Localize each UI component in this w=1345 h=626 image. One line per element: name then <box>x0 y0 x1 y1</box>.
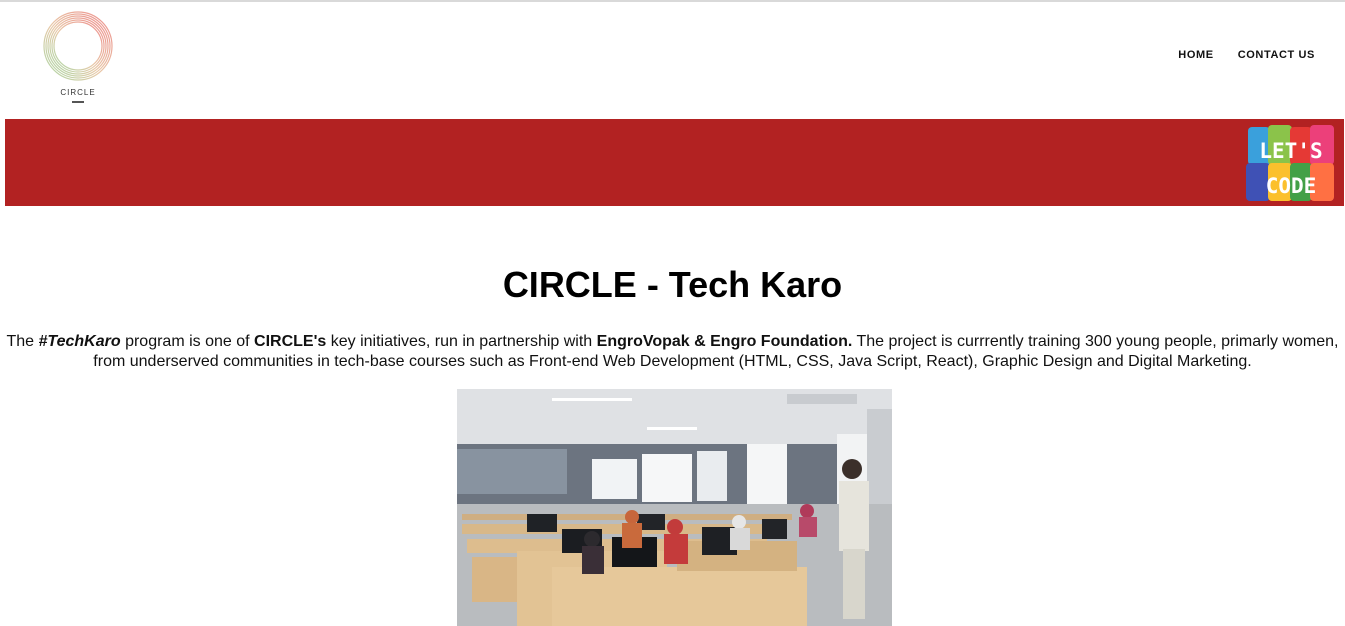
page-title: CIRCLE - Tech Karo <box>502 264 843 305</box>
techkaro-hashtag: #TechKaro <box>38 333 121 350</box>
circle-name: CIRCLE's <box>254 333 327 350</box>
logo-underline <box>72 101 84 103</box>
site-header: CIRCLE HOME CONTACT US <box>0 2 1345 119</box>
logo-text: CIRCLE <box>60 88 96 97</box>
circle-logo-icon <box>43 11 113 81</box>
classroom-photo <box>457 389 892 626</box>
nav-home-link[interactable]: HOME <box>1178 49 1213 61</box>
partners-name: EngroVopak & Engro Foundation. <box>596 333 853 350</box>
hero-banner: LET'S CODE <box>5 119 1344 206</box>
main-content: CIRCLE - Tech Karo The #TechKaro program… <box>0 206 1345 626</box>
intro-text-3: key initiatives, run in partnership with <box>326 333 597 350</box>
lets-code-badge-icon: LET'S CODE <box>1246 125 1334 201</box>
badge-line-2: CODE <box>1266 174 1317 198</box>
main-nav: HOME CONTACT US <box>1178 49 1315 61</box>
badge-line-1: LET'S <box>1259 139 1322 163</box>
intro-text-1: The <box>6 333 39 350</box>
circle-logo[interactable]: CIRCLE <box>38 10 118 110</box>
intro-text-2: program is one of <box>120 333 255 350</box>
intro-paragraph: The #TechKaro program is one of CIRCLE's… <box>5 332 1340 372</box>
nav-contact-us-link[interactable]: CONTACT US <box>1238 49 1315 61</box>
